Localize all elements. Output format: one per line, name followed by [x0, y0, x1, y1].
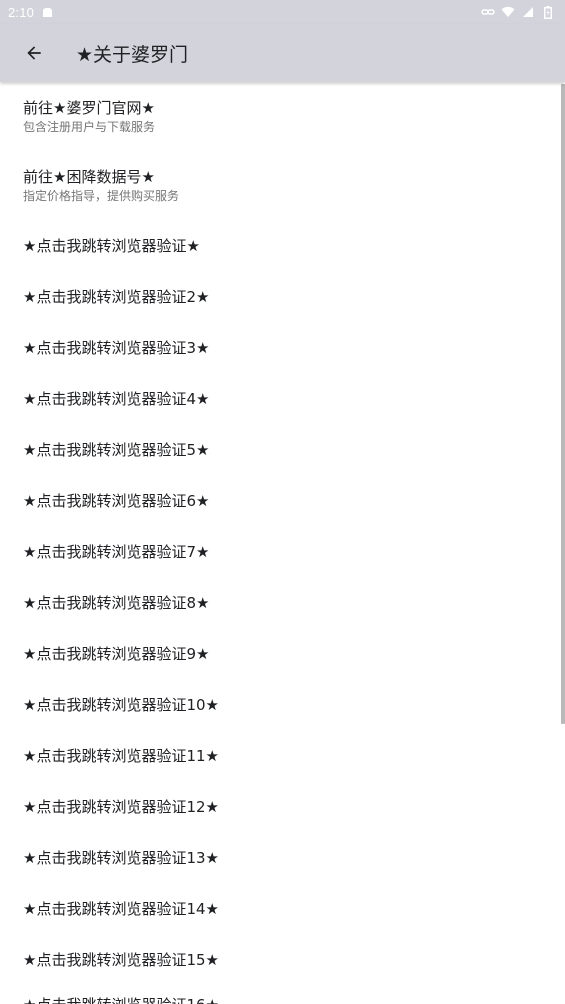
list-item-data-number[interactable]: 前往★困降数据号★ 指定价格指导，提供购买服务: [0, 167, 560, 204]
notification-icon: [40, 5, 54, 19]
list-item-title: 前往★婆罗门官网★: [23, 99, 155, 117]
signal-icon: [521, 5, 535, 19]
list-item-title: ★点击我跳转浏览器验证11★: [23, 747, 219, 765]
list-item-verify-8[interactable]: ★点击我跳转浏览器验证8★: [0, 593, 560, 613]
status-left: 2:10: [8, 5, 54, 20]
link-icon: [481, 5, 495, 19]
list-item-verify-7[interactable]: ★点击我跳转浏览器验证7★: [0, 542, 560, 562]
status-bar: 2:10: [0, 0, 565, 24]
list-item-title: ★点击我跳转浏览器验证9★: [23, 645, 210, 663]
list-item-title: ★点击我跳转浏览器验证15★: [23, 951, 219, 969]
list-item-title: ★点击我跳转浏览器验证★: [23, 237, 200, 255]
list-item-verify-11[interactable]: ★点击我跳转浏览器验证11★: [0, 746, 560, 766]
list-item-title: ★点击我跳转浏览器验证13★: [23, 849, 219, 867]
list-item-title: ★点击我跳转浏览器验证2★: [23, 288, 210, 306]
list-item-verify-1[interactable]: ★点击我跳转浏览器验证★: [0, 236, 560, 256]
back-button[interactable]: [14, 33, 54, 73]
list-item-subtitle: 包含注册用户与下载服务: [23, 120, 156, 134]
list-item-title: 前往★困降数据号★: [23, 168, 155, 186]
list-item-title: ★点击我跳转浏览器验证16★: [23, 995, 560, 1004]
list-item-verify-12[interactable]: ★点击我跳转浏览器验证12★: [0, 797, 560, 817]
list-item-verify-15[interactable]: ★点击我跳转浏览器验证15★: [0, 950, 560, 970]
list-item-subtitle: 指定价格指导，提供购买服务: [23, 189, 180, 203]
list-item-title: ★点击我跳转浏览器验证8★: [23, 594, 210, 612]
status-time: 2:10: [8, 4, 35, 20]
list-item-official-site[interactable]: 前往★婆罗门官网★ 包含注册用户与下载服务: [0, 98, 560, 135]
list-item-title: ★点击我跳转浏览器验证3★: [23, 339, 210, 357]
list-item-verify-13[interactable]: ★点击我跳转浏览器验证13★: [0, 848, 560, 868]
settings-list: 前往★婆罗门官网★ 包含注册用户与下载服务 前往★困降数据号★ 指定价格指导，提…: [0, 82, 565, 1004]
status-right: [481, 5, 555, 19]
list-item-title: ★点击我跳转浏览器验证5★: [23, 441, 210, 459]
list-item-verify-9[interactable]: ★点击我跳转浏览器验证9★: [0, 644, 560, 664]
list-item-verify-5[interactable]: ★点击我跳转浏览器验证5★: [0, 440, 560, 460]
list-item-title: ★点击我跳转浏览器验证12★: [23, 798, 219, 816]
list-item-verify-3[interactable]: ★点击我跳转浏览器验证3★: [0, 338, 560, 358]
list-item-title: ★点击我跳转浏览器验证4★: [23, 390, 210, 408]
list-item-verify-2[interactable]: ★点击我跳转浏览器验证2★: [0, 287, 560, 307]
list-item-verify-4[interactable]: ★点击我跳转浏览器验证4★: [0, 389, 560, 409]
wifi-icon: [501, 5, 515, 19]
list-item-title: ★点击我跳转浏览器验证10★: [23, 696, 219, 714]
list-item-title: ★点击我跳转浏览器验证7★: [23, 543, 210, 561]
list-item-verify-14[interactable]: ★点击我跳转浏览器验证14★: [0, 899, 560, 919]
list-item-verify-10[interactable]: ★点击我跳转浏览器验证10★: [0, 695, 560, 715]
list-item-verify-6[interactable]: ★点击我跳转浏览器验证6★: [0, 491, 560, 511]
app-bar: ★关于婆罗门: [0, 24, 565, 82]
scrollbar[interactable]: [561, 84, 565, 724]
arrow-back-icon: [27, 46, 41, 60]
list-item-verify-16[interactable]: ★点击我跳转浏览器验证16★: [0, 995, 560, 1004]
battery-icon: [541, 5, 555, 19]
page-title: ★关于婆罗门: [76, 43, 189, 66]
list-item-title: ★点击我跳转浏览器验证14★: [23, 900, 219, 918]
list-item-title: ★点击我跳转浏览器验证6★: [23, 492, 210, 510]
